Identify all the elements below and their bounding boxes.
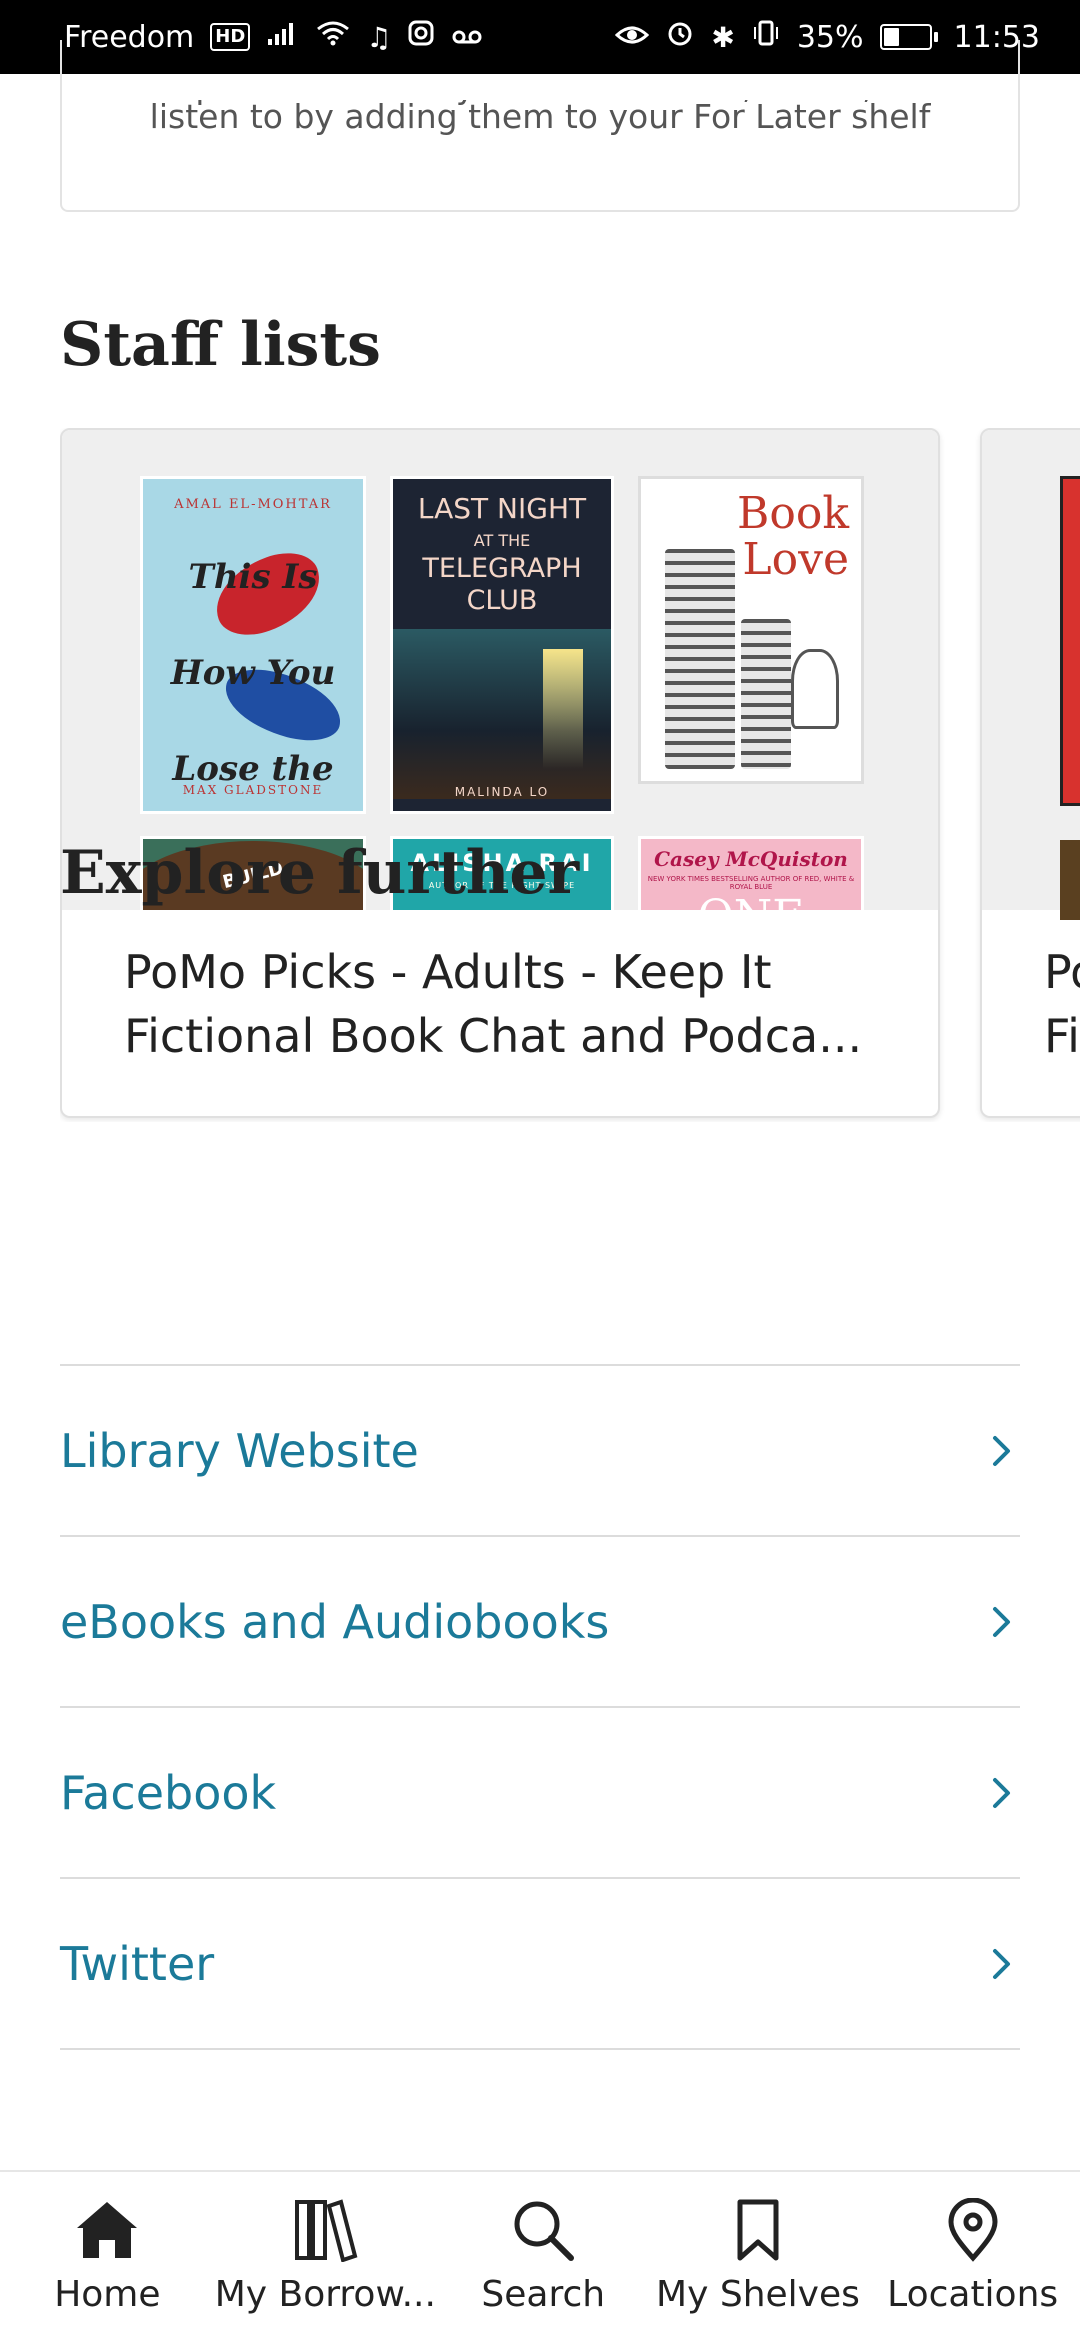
explore-link-label: Twitter — [60, 1936, 215, 1991]
staff-list-title: Po Fi — [1044, 945, 1080, 1063]
explore-link-library-website[interactable]: Library Website — [60, 1366, 1020, 1537]
staff-list-card[interactable]: AMAL EL-MOHTAR This Is How You Lose the … — [60, 428, 940, 1118]
cover-title: AT THE — [473, 531, 531, 550]
search-icon — [507, 2194, 579, 2266]
staff-lists-heading: Staff lists — [60, 310, 381, 380]
book-cover: LAST NIGHT AT THE TELEGRAPH CLUB MALINDA… — [390, 476, 614, 814]
cover-author: AMAL EL-MOHTAR — [174, 497, 332, 512]
nav-search[interactable]: Search — [436, 2172, 651, 2340]
explore-link-label: Library Website — [60, 1423, 419, 1478]
cover-author: MAX GLADSTONE — [182, 783, 324, 797]
nav-my-borrowing[interactable]: My Borrow... — [215, 2172, 436, 2340]
cover-author: Casey McQuiston — [654, 847, 848, 871]
nav-label: My Borrow... — [214, 2274, 436, 2315]
explore-link-label: Facebook — [60, 1765, 277, 1820]
for-later-card: Keep track of titles you'd like to read,… — [60, 40, 1020, 212]
cover-title: TELEGRAPH CLUB — [422, 553, 582, 616]
nav-label: Locations — [887, 2274, 1059, 2315]
staff-list-title: PoMo Picks - Adults - Keep It Fictional … — [124, 945, 863, 1063]
book-cover — [1060, 476, 1080, 806]
chevron-right-icon — [984, 1604, 1020, 1640]
book-cover: Book Love — [638, 476, 864, 784]
chevron-right-icon — [984, 1946, 1020, 1982]
location-pin-icon — [937, 2194, 1009, 2266]
explore-link-label: eBooks and Audiobooks — [60, 1594, 610, 1649]
nav-my-shelves[interactable]: My Shelves — [651, 2172, 866, 2340]
book-cover: Casey McQuiston NEW YORK TIMES BESTSELLI… — [638, 836, 864, 910]
chevron-right-icon — [984, 1433, 1020, 1469]
bottom-navigation: Home My Borrow... Search My Shelves Loca… — [0, 2170, 1080, 2340]
for-later-text-line2: listen to by adding them to your For Lat… — [149, 97, 931, 136]
reader-illustration — [791, 649, 839, 729]
explore-link-twitter[interactable]: Twitter — [60, 1879, 1020, 2050]
bookmark-icon — [722, 2194, 794, 2266]
nav-home[interactable]: Home — [0, 2172, 215, 2340]
lamp-glow — [543, 649, 583, 769]
book-cover — [1060, 840, 1080, 920]
nav-label: Search — [481, 2274, 606, 2315]
chevron-right-icon — [984, 1775, 1020, 1811]
book-cover: AMAL EL-MOHTAR This Is How You Lose the … — [140, 476, 366, 814]
cover-title: Book Love — [737, 488, 849, 585]
home-icon — [71, 2194, 143, 2266]
explore-further-list: Library Website eBooks and Audiobooks Fa… — [60, 1364, 1020, 2050]
staff-lists-carousel[interactable]: AMAL EL-MOHTAR This Is How You Lose the … — [60, 428, 1080, 1122]
cover-title: This Is How You Lose the Time War — [170, 557, 336, 789]
explore-further-heading: Explore further — [60, 838, 580, 908]
nav-label: My Shelves — [656, 2274, 860, 2315]
nav-locations[interactable]: Locations — [865, 2172, 1080, 2340]
cover-collage — [982, 430, 1080, 920]
nav-label: Home — [54, 2274, 161, 2315]
cover-subtitle: NEW YORK TIMES BESTSELLING AUTHOR OF RED… — [647, 875, 855, 891]
book-stack-illustration — [665, 549, 735, 769]
explore-link-facebook[interactable]: Facebook — [60, 1708, 1020, 1879]
books-icon — [289, 2194, 361, 2266]
staff-list-card[interactable]: Po Fi — [980, 428, 1080, 1118]
cover-author: MALINDA LO — [454, 785, 550, 799]
explore-link-ebooks-audiobooks[interactable]: eBooks and Audiobooks — [60, 1537, 1020, 1708]
cover-title: LAST NIGHT — [417, 492, 587, 525]
book-stack-illustration — [741, 619, 791, 769]
cover-title: ONE — [641, 891, 861, 910]
